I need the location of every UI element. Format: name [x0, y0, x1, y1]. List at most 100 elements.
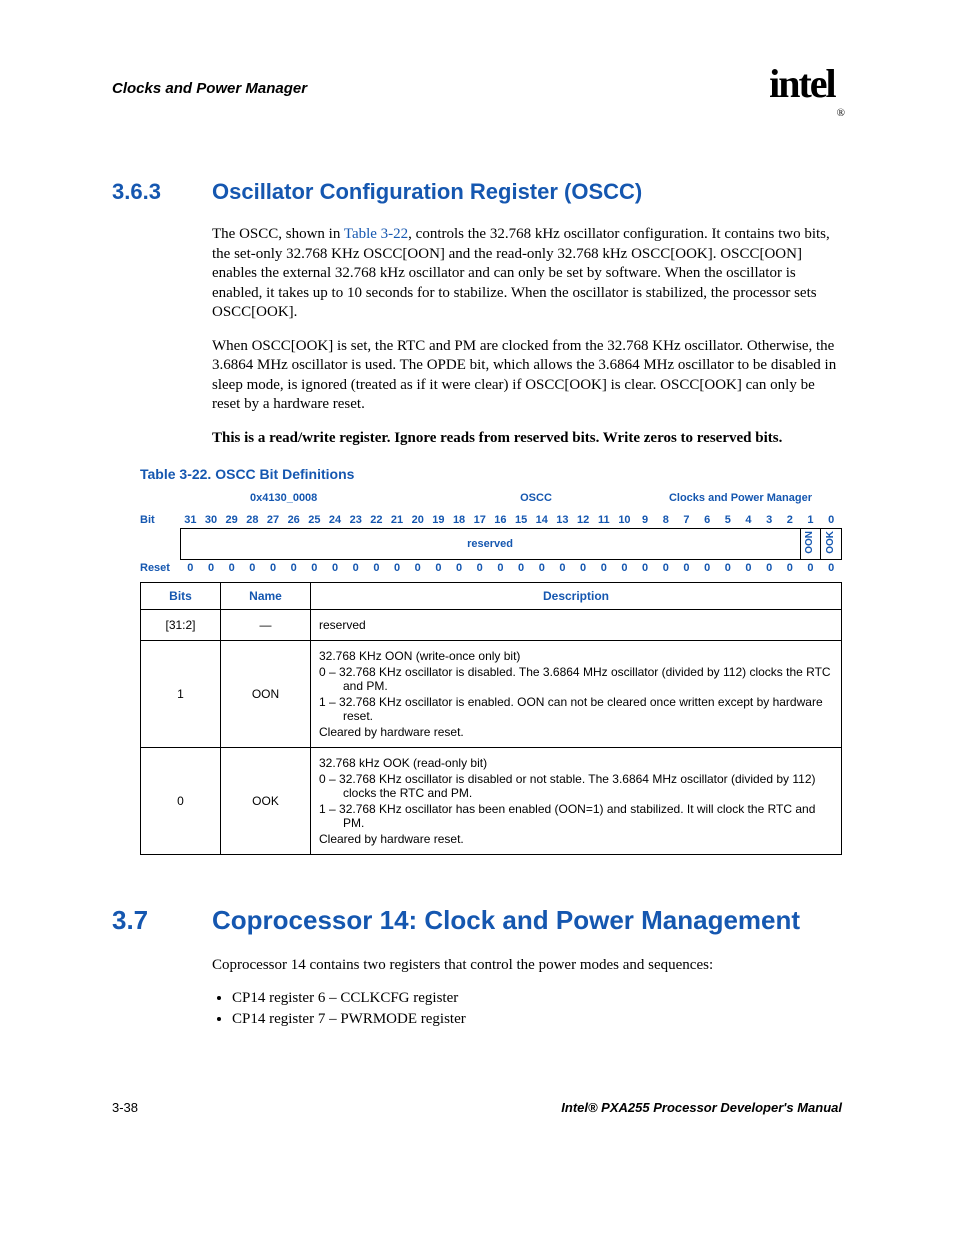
bit-definitions-table: Bits Name Description [31:2] — reserved … — [140, 582, 842, 855]
bit-num: 26 — [283, 512, 304, 529]
bit-num: 15 — [511, 512, 532, 529]
reset-val: 0 — [263, 560, 284, 577]
cell-bits: 1 — [141, 641, 221, 748]
table-caption: Table 3-22. OSCC Bit Definitions — [140, 466, 842, 482]
reset-val: 0 — [201, 560, 222, 577]
oon-field: OON — [800, 529, 821, 560]
reset-val: 0 — [345, 560, 366, 577]
bit-name-row: reserved OON OOK — [140, 529, 842, 560]
chapter-label: Clocks and Power Manager — [112, 80, 307, 97]
page-number: 3-38 — [112, 1100, 138, 1115]
bit-num: 18 — [449, 512, 470, 529]
bit-num: 10 — [614, 512, 635, 529]
bit-num: 24 — [325, 512, 346, 529]
bit-num: 31 — [180, 512, 201, 529]
bit-num: 13 — [552, 512, 573, 529]
desc-line: 32.768 kHz OOK (read-only bit) — [319, 756, 833, 770]
intel-logo: intel® — [769, 60, 842, 109]
bit-num: 23 — [345, 512, 366, 529]
desc-line: 1 – 32.768 KHz oscillator is enabled. OO… — [343, 695, 833, 723]
cell-desc: 32.768 KHz OON (write-once only bit) 0 –… — [311, 641, 842, 748]
section-number: 3.7 — [112, 905, 212, 936]
bit-num: 22 — [366, 512, 387, 529]
table-row: 1 OON 32.768 KHz OON (write-once only bi… — [141, 641, 842, 748]
reset-val: 0 — [759, 560, 780, 577]
reset-val: 0 — [800, 560, 821, 577]
reset-val: 0 — [511, 560, 532, 577]
reset-val: 0 — [407, 560, 428, 577]
bit-num: 6 — [697, 512, 718, 529]
bit-num: 2 — [779, 512, 800, 529]
table-link[interactable]: Table 3-22 — [344, 226, 408, 242]
registered-mark: ® — [837, 107, 844, 119]
bit-num: 30 — [201, 512, 222, 529]
col-bits: Bits — [141, 583, 221, 610]
desc-line: 32.768 KHz OON (write-once only bit) — [319, 649, 833, 663]
bit-num: 29 — [221, 512, 242, 529]
section-heading-37: 3.7Coprocessor 14: Clock and Power Manag… — [112, 905, 842, 936]
reset-val: 0 — [449, 560, 470, 577]
bit-num: 21 — [387, 512, 408, 529]
cell-desc: reserved — [311, 610, 842, 641]
cell-bits: 0 — [141, 748, 221, 855]
desc-line: 0 – 32.768 KHz oscillator is disabled. T… — [343, 665, 833, 693]
bit-num: 1 — [800, 512, 821, 529]
desc-line: 1 – 32.768 KHz oscillator has been enabl… — [343, 802, 833, 830]
bit-num: 28 — [242, 512, 263, 529]
reset-val: 0 — [221, 560, 242, 577]
reset-val: 0 — [180, 560, 201, 577]
bit-num: 5 — [717, 512, 738, 529]
bit-grid: Bit 31 30 29 28 27 26 25 24 23 22 21 20 … — [140, 512, 842, 576]
manual-title: Intel® PXA255 Processor Developer's Manu… — [561, 1100, 842, 1115]
register-name: OSCC — [434, 492, 628, 504]
bit-num: 4 — [738, 512, 759, 529]
reset-val: 0 — [655, 560, 676, 577]
cell-name: — — [221, 610, 311, 641]
reset-val: 0 — [366, 560, 387, 577]
register-address: 0x4130_0008 — [180, 492, 434, 504]
paragraph: The OSCC, shown in Table 3-22, controls … — [212, 225, 842, 323]
reset-val: 0 — [387, 560, 408, 577]
reset-val: 0 — [242, 560, 263, 577]
body-text: The OSCC, shown in — [212, 226, 344, 242]
ook-field: OOK — [821, 529, 842, 560]
bit-num: 11 — [593, 512, 614, 529]
reset-val: 0 — [635, 560, 656, 577]
desc-line: Cleared by hardware reset. — [319, 725, 833, 739]
reset-val: 0 — [469, 560, 490, 577]
bit-num: 8 — [655, 512, 676, 529]
bit-num: 9 — [635, 512, 656, 529]
reset-label: Reset — [140, 560, 180, 577]
reset-val: 0 — [573, 560, 594, 577]
desc-line: Cleared by hardware reset. — [319, 832, 833, 846]
table-row: [31:2] — reserved — [141, 610, 842, 641]
logo-text: intel — [769, 61, 835, 106]
bullet-list: CP14 register 6 – CCLKCFG register CP14 … — [212, 990, 842, 1028]
reset-val: 0 — [428, 560, 449, 577]
reset-val: 0 — [283, 560, 304, 577]
bit-num: 0 — [821, 512, 842, 529]
reset-val: 0 — [490, 560, 511, 577]
bit-num: 16 — [490, 512, 511, 529]
reset-val: 0 — [325, 560, 346, 577]
register-header: 0x4130_0008 OSCC Clocks and Power Manage… — [140, 492, 842, 504]
reset-val: 0 — [614, 560, 635, 577]
reset-val: 0 — [697, 560, 718, 577]
list-item: CP14 register 7 – PWRMODE register — [232, 1011, 842, 1028]
bit-num: 19 — [428, 512, 449, 529]
bit-number-row: Bit 31 30 29 28 27 26 25 24 23 22 21 20 … — [140, 512, 842, 529]
bit-num: 17 — [469, 512, 490, 529]
table-row: 0 OOK 32.768 kHz OOK (read-only bit) 0 –… — [141, 748, 842, 855]
cell-desc: 32.768 kHz OOK (read-only bit) 0 – 32.76… — [311, 748, 842, 855]
desc-line: 0 – 32.768 KHz oscillator is disabled or… — [343, 772, 833, 800]
list-item: CP14 register 6 – CCLKCFG register — [232, 990, 842, 1007]
bit-num: 20 — [407, 512, 428, 529]
reset-val: 0 — [738, 560, 759, 577]
reset-val: 0 — [779, 560, 800, 577]
section-number: 3.6.3 — [112, 179, 212, 205]
desc-line: reserved — [319, 618, 833, 632]
bit-num: 14 — [531, 512, 552, 529]
reset-row: Reset 0 0 0 0 0 0 0 0 0 0 0 0 0 0 0 0 0 … — [140, 560, 842, 577]
bit-label: Bit — [140, 512, 180, 529]
reset-val: 0 — [821, 560, 842, 577]
